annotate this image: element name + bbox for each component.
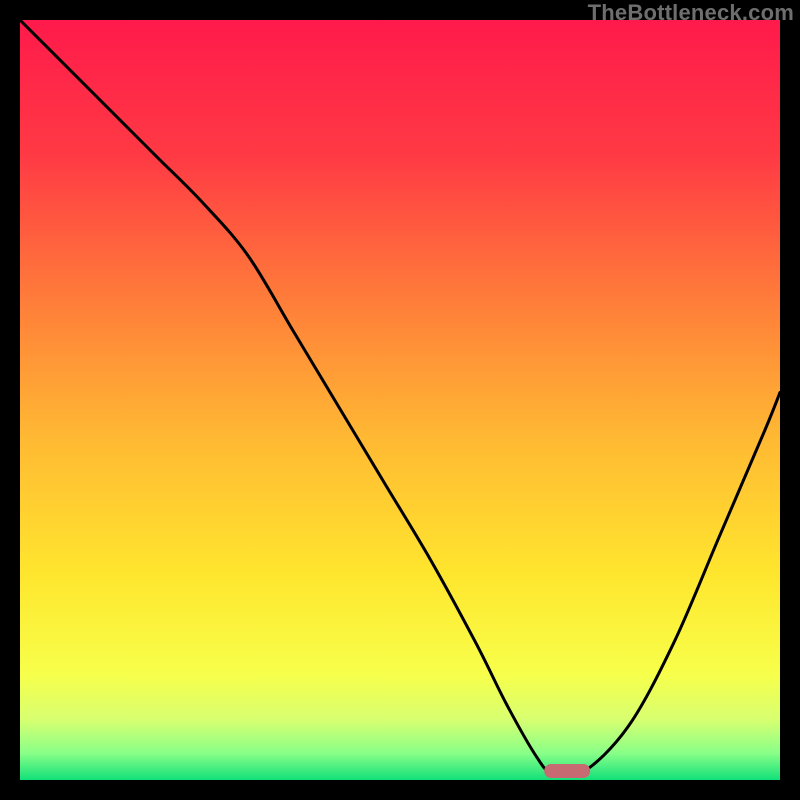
- optimal-point-marker: [544, 764, 590, 778]
- plot-area: [20, 20, 780, 780]
- chart-frame: TheBottleneck.com: [0, 0, 800, 800]
- chart-svg: [20, 20, 780, 780]
